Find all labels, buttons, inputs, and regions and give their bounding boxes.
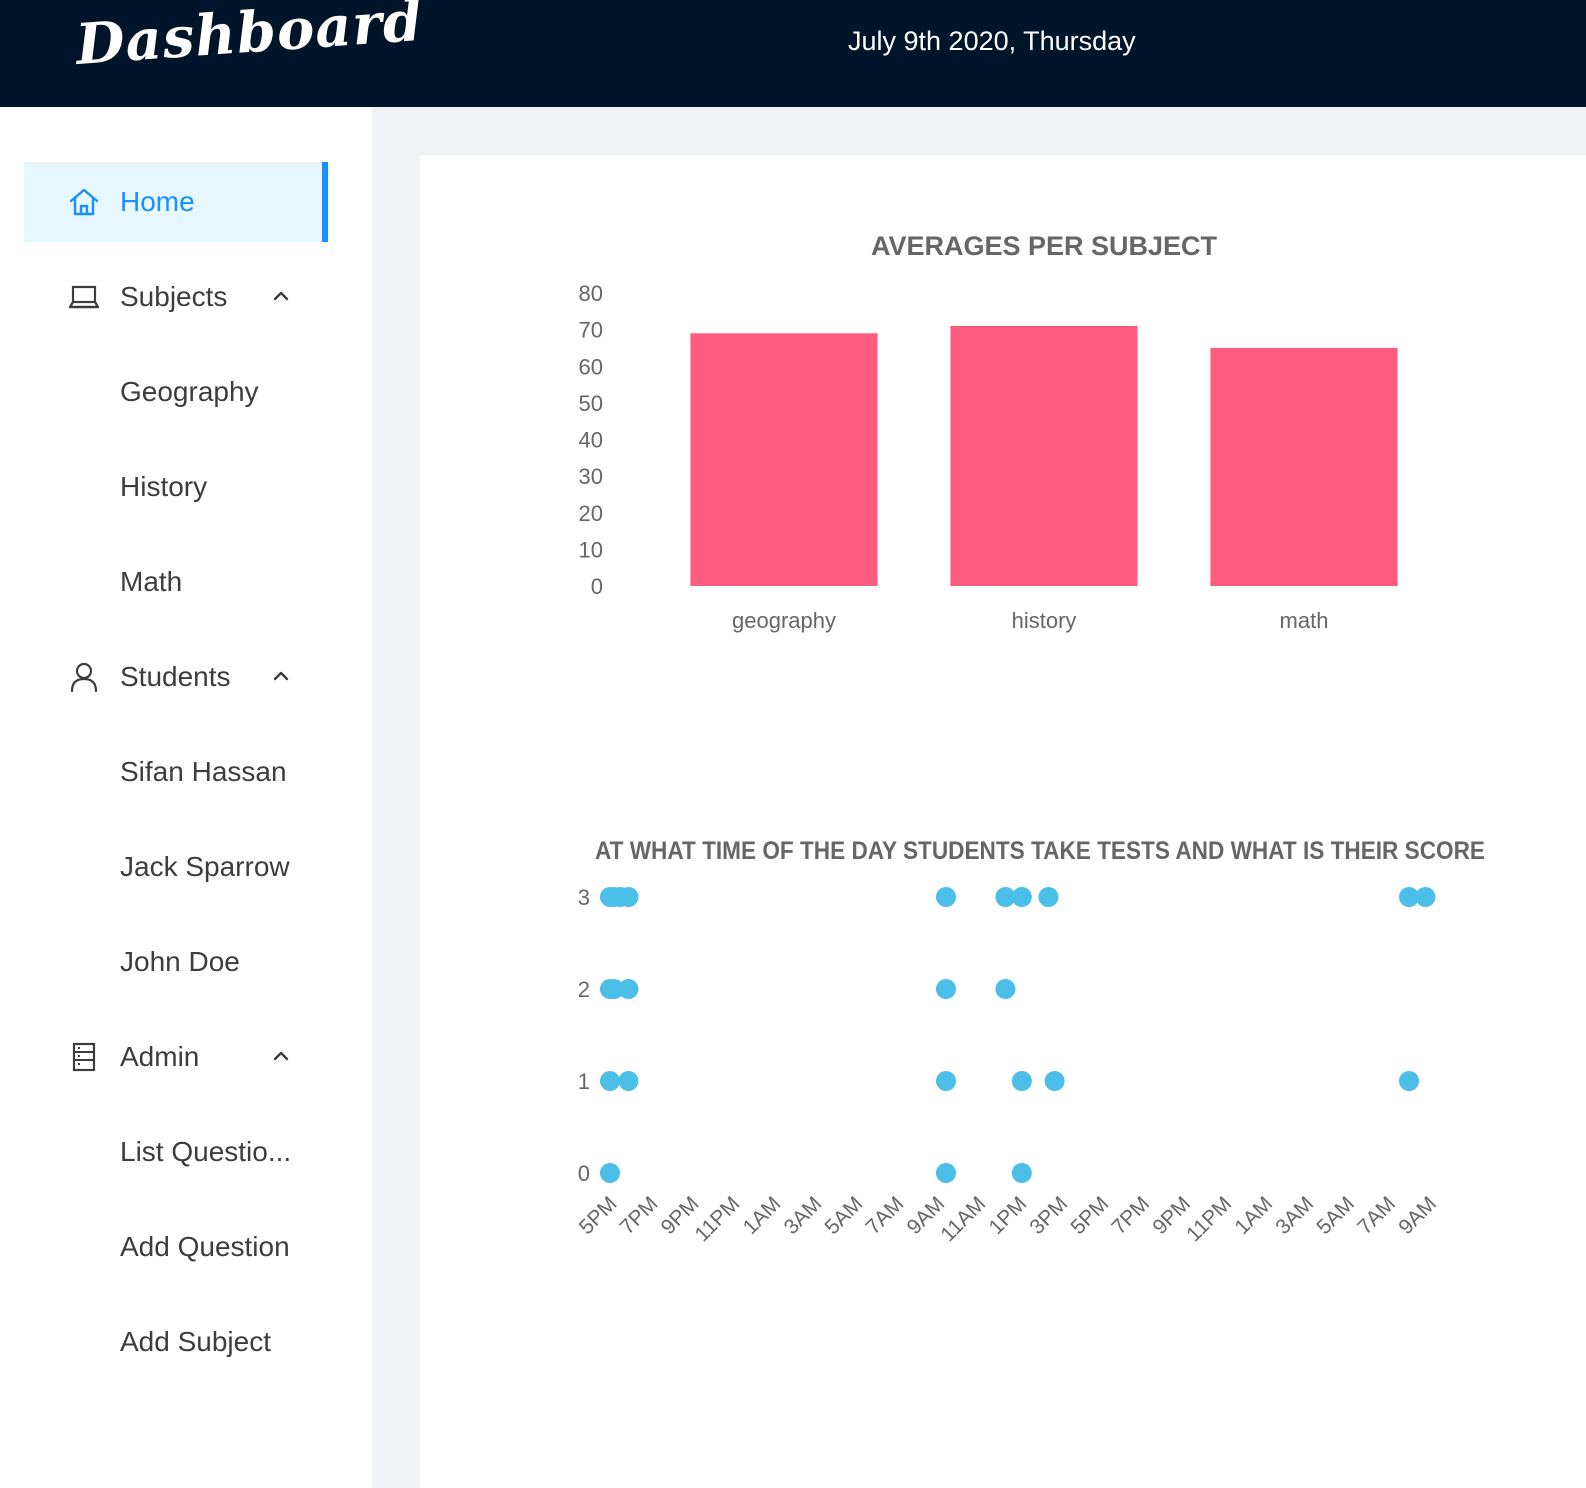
y-tick-label: 0 xyxy=(591,574,603,599)
data-point xyxy=(600,1071,620,1091)
sidebar-item-label: Geography xyxy=(120,376,259,407)
sidebar: Home Subjects Geography History Math Stu… xyxy=(0,107,372,1488)
y-tick-label: 1 xyxy=(578,1069,590,1094)
sidebar-item-label: Add Subject xyxy=(120,1326,271,1357)
sidebar-item-label: John Doe xyxy=(120,946,240,977)
x-tick-label: 1AM xyxy=(739,1192,786,1239)
x-tick-label: 7PM xyxy=(616,1192,663,1239)
x-tick-label: 3AM xyxy=(780,1192,827,1239)
data-point xyxy=(600,1163,620,1183)
x-tick-label: 7AM xyxy=(862,1192,909,1239)
x-tick-label: 5PM xyxy=(575,1192,622,1239)
x-tick-label: 7PM xyxy=(1107,1192,1154,1239)
sidebar-item-label: History xyxy=(120,471,208,502)
x-tick-label: 3PM xyxy=(1025,1192,1072,1239)
data-point xyxy=(936,1163,956,1183)
bar-history xyxy=(950,325,1138,586)
sidebar-item-history[interactable]: History xyxy=(24,447,328,527)
top-header: Dashboard July 9th 2020, Thursday xyxy=(0,0,1586,107)
y-tick-label: 60 xyxy=(579,354,603,379)
x-tick-label: 11PM xyxy=(691,1192,745,1246)
sidebar-item-home[interactable]: Home xyxy=(24,162,328,242)
x-tick-label: 5AM xyxy=(821,1192,868,1239)
chart-title: AT WHAT TIME OF THE DAY STUDENTS TAKE TE… xyxy=(595,837,1485,865)
data-point xyxy=(995,979,1016,999)
sidebar-item-student[interactable]: Sifan Hassan xyxy=(24,732,328,812)
sidebar-item-student[interactable]: Jack Sparrow xyxy=(24,827,328,907)
sidebar-item-label: Add Question xyxy=(120,1231,290,1262)
chevron-up-icon[interactable] xyxy=(270,1045,292,1067)
averages-bar-chart: AVERAGES PER SUBJECT 0 10 20 30 40 50 60 70 80 geo… xyxy=(579,231,1398,633)
data-point xyxy=(1044,1071,1065,1091)
sidebar-item-student[interactable]: John Doe xyxy=(24,922,328,1002)
sidebar-item-label: Subjects xyxy=(120,281,228,312)
table-icon xyxy=(72,1042,96,1072)
data-point xyxy=(1415,887,1436,907)
x-tick-label: 1AM xyxy=(1230,1192,1277,1239)
x-tick-label: 7AM xyxy=(1353,1192,1400,1239)
data-point xyxy=(1399,1071,1420,1091)
data-point xyxy=(1011,887,1032,907)
data-point xyxy=(618,887,639,907)
sidebar-item-label: Admin xyxy=(120,1041,200,1072)
sidebar-item-geography[interactable]: Geography xyxy=(24,352,328,432)
x-tick-label: geography xyxy=(732,608,836,633)
y-tick-label: 20 xyxy=(579,501,603,526)
data-point xyxy=(1011,1071,1032,1091)
x-tick-label: 3AM xyxy=(1271,1192,1318,1239)
x-tick-label: 11PM xyxy=(1182,1192,1236,1246)
bar-geography xyxy=(690,333,878,586)
chevron-up-icon[interactable] xyxy=(270,285,292,307)
x-tick-label: 11AM xyxy=(936,1192,990,1246)
content-card: AVERAGES PER SUBJECT 0 10 20 30 40 50 60 70 80 geo… xyxy=(420,155,1586,1488)
sidebar-group-students[interactable]: Students xyxy=(24,637,328,717)
data-point xyxy=(1038,887,1059,907)
sidebar-item-label: Students xyxy=(120,661,231,692)
x-tick-label: 5AM xyxy=(1312,1192,1359,1239)
data-point xyxy=(936,1071,956,1091)
sidebar-item-list-questions[interactable]: List Questio... xyxy=(24,1112,328,1192)
x-tick-label: 9AM xyxy=(1394,1192,1441,1239)
sidebar-item-label: List Questio... xyxy=(120,1136,292,1167)
sidebar-item-add-question[interactable]: Add Question xyxy=(24,1207,328,1287)
x-tick-label: 1PM xyxy=(984,1192,1031,1239)
sidebar-item-add-subject[interactable]: Add Subject xyxy=(24,1302,328,1382)
y-tick-label: 80 xyxy=(579,281,603,306)
data-point xyxy=(618,1071,639,1091)
y-tick-label: 0 xyxy=(578,1161,590,1186)
y-tick-label: 70 xyxy=(579,318,603,343)
home-icon xyxy=(69,188,99,216)
chevron-up-icon[interactable] xyxy=(270,665,292,687)
y-tick-label: 50 xyxy=(579,391,603,416)
sidebar-group-admin[interactable]: Admin xyxy=(24,1017,328,1097)
sidebar-group-subjects[interactable]: Subjects xyxy=(24,257,328,337)
app-logo[interactable]: Dashboard xyxy=(74,0,425,78)
x-tick-label: 5PM xyxy=(1066,1192,1113,1239)
data-point xyxy=(936,979,956,999)
laptop-icon xyxy=(68,285,100,309)
chart-title: AVERAGES PER SUBJECT xyxy=(871,231,1218,261)
y-tick-label: 2 xyxy=(578,977,590,1002)
x-tick-label: history xyxy=(1012,608,1077,633)
current-date: July 9th 2020, Thursday xyxy=(848,26,1136,56)
test-times-scatter-chart: AT WHAT TIME OF THE DAY STUDENTS TAKE TE… xyxy=(575,837,1485,1246)
sidebar-item-label: Sifan Hassan xyxy=(120,756,287,787)
data-point xyxy=(936,887,956,907)
data-point xyxy=(618,979,639,999)
y-tick-label: 40 xyxy=(579,428,603,453)
bar-math xyxy=(1210,347,1398,586)
sidebar-item-label: Jack Sparrow xyxy=(120,851,290,882)
y-tick-label: 10 xyxy=(579,537,603,562)
user-icon xyxy=(70,662,98,693)
sidebar-item-label: Home xyxy=(120,186,195,217)
sidebar-item-label: Math xyxy=(120,566,183,597)
x-tick-label: math xyxy=(1280,608,1329,633)
y-tick-label: 30 xyxy=(579,464,603,489)
y-tick-label: 3 xyxy=(578,885,590,910)
sidebar-item-math[interactable]: Math xyxy=(24,542,328,622)
data-point xyxy=(1011,1163,1032,1183)
